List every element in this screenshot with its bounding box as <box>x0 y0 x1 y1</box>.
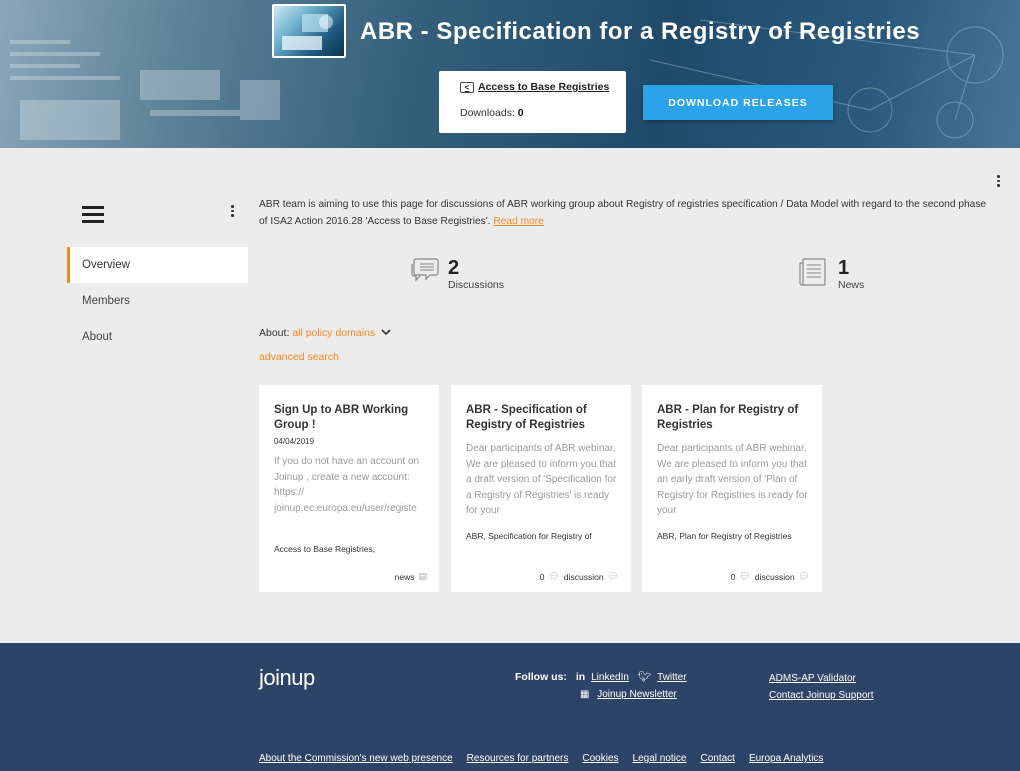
joinup-logo[interactable]: joinup <box>259 665 315 691</box>
news-label: News <box>838 279 865 291</box>
card-tags: Access to Base Registries, <box>274 544 376 554</box>
card-type: news <box>394 571 415 582</box>
filter-about-label: About: <box>259 327 290 339</box>
news-document-icon: ▤ <box>418 571 427 581</box>
sidebar-item-overview[interactable]: Overview <box>67 247 248 283</box>
footer-link-europa-analytics[interactable]: Europa Analytics <box>749 753 824 764</box>
card-title[interactable]: ABR - Plan for Registry of Registries <box>657 403 808 433</box>
card-type: discussion <box>563 571 604 582</box>
comment-bubble-icon: 💬︎ <box>548 571 560 581</box>
discussions-label: Discussions <box>448 279 505 291</box>
collection-logo-image <box>272 4 346 58</box>
card-body: Dear participants of ABR webinar, We are… <box>657 443 808 516</box>
downloads-count: 0 <box>517 107 524 119</box>
card-comment-count: 0 <box>539 571 545 582</box>
collection-description: ABR team is aiming to use this page for … <box>259 196 994 230</box>
card-footer: news ▤ <box>395 571 427 582</box>
footer-link-resources-for-partners[interactable]: Resources for partners <box>467 753 569 764</box>
sidebar-item-about[interactable]: About <box>67 319 248 355</box>
card-title[interactable]: Sign Up to ABR Working Group ! <box>274 403 425 433</box>
footer-link-cookies[interactable]: Cookies <box>582 753 618 764</box>
downloads-label: Downloads: <box>460 107 515 119</box>
card-body: If you do not have an account on Joinup … <box>274 456 420 514</box>
header-banner: ABR - Specification for a Registry of Re… <box>0 0 1020 148</box>
discussions-count: 2 <box>448 257 460 279</box>
page-options-kebab-icon[interactable] <box>997 175 1001 189</box>
newsletter: ▦ Joinup Newsletter <box>580 689 677 700</box>
content-card[interactable]: ABR - Plan for Registry of Registries De… <box>642 385 822 592</box>
discussion-bubble-icon: 💬︎ <box>607 571 619 581</box>
contact-support-link[interactable]: Contact Joinup Support <box>769 690 874 701</box>
downloads-counter: Downloads: 0 <box>460 107 626 119</box>
page-title: ABR - Specification for a Registry of Re… <box>360 18 921 45</box>
description-text: ABR team is aiming to use this page for … <box>259 199 987 227</box>
footer-tools: ADMS-AP Validator Contact Joinup Support <box>769 670 874 704</box>
hamburger-menu-icon[interactable] <box>82 206 104 224</box>
sidebar-item-members[interactable]: Members <box>67 283 248 319</box>
filter-about-value[interactable]: all policy domains <box>292 327 375 339</box>
discussion-bubble-icon: 💬︎ <box>798 571 810 581</box>
discussions-stat[interactable]: 2 Discussions <box>406 257 504 291</box>
card-comment-count: 0 <box>730 571 736 582</box>
comment-bubble-icon: 💬︎ <box>739 571 751 581</box>
follow-label: Follow us: <box>515 671 567 683</box>
card-footer: 0 💬︎ discussion 💬︎ <box>731 571 810 582</box>
footer-link-commission-web-presence[interactable]: About the Commission's new web presence <box>259 753 453 764</box>
follow-us: Follow us: in LinkedIn 🐦︎ Twitter <box>515 670 687 683</box>
card-footer: 0 💬︎ discussion 💬︎ <box>540 571 619 582</box>
card-type: discussion <box>754 571 795 582</box>
content-card[interactable]: ABR - Specification of Registry of Regis… <box>451 385 631 592</box>
newsletter-icon: ▦ <box>580 689 590 700</box>
newsletter-link[interactable]: Joinup Newsletter <box>597 689 676 700</box>
twitter-link[interactable]: Twitter <box>657 672 686 683</box>
card-title[interactable]: ABR - Specification of Registry of Regis… <box>466 403 617 433</box>
collection-link-label: Access to Base Registries <box>478 81 610 93</box>
chevron-down-icon[interactable] <box>381 329 391 336</box>
collection-icon: < <box>460 81 474 93</box>
adms-validator-link[interactable]: ADMS-AP Validator <box>769 673 856 684</box>
card-tags: ABR, Plan for Registry of Registries <box>657 531 792 541</box>
policy-domain-filter[interactable]: About: all policy domains <box>259 327 391 339</box>
advanced-search-link[interactable]: advanced search <box>259 351 339 363</box>
download-releases-button[interactable]: DOWNLOAD RELEASES <box>643 85 833 120</box>
site-footer: joinup Follow us: in LinkedIn 🐦︎ Twitter… <box>0 643 1020 771</box>
read-more-link[interactable]: Read more <box>493 216 543 227</box>
card-tags: ABR, Specification for Registry of <box>466 531 592 541</box>
discussion-bubble-icon <box>411 258 439 282</box>
linkedin-icon: in <box>575 671 586 683</box>
footer-link-contact[interactable]: Contact <box>700 753 734 764</box>
content-card[interactable]: Sign Up to ABR Working Group ! 04/04/201… <box>259 385 439 592</box>
news-stat[interactable]: 1 News <box>797 257 864 291</box>
card-body: Dear participants of ABR webinar, We are… <box>466 443 617 516</box>
news-count: 1 <box>838 257 850 279</box>
sidebar-nav: Overview Members About <box>67 247 248 355</box>
footer-bottom-links: About the Commission's new web presence … <box>259 753 823 764</box>
linkedin-link[interactable]: LinkedIn <box>591 672 629 683</box>
sidebar-kebab-icon[interactable] <box>231 205 235 219</box>
collection-card: < Access to Base Registries Downloads: 0 <box>439 71 626 133</box>
card-date: 04/04/2019 <box>274 437 315 446</box>
twitter-icon: 🐦︎ <box>637 671 652 683</box>
news-document-icon <box>799 258 826 286</box>
collection-link[interactable]: < Access to Base Registries <box>460 81 626 93</box>
footer-link-legal-notice[interactable]: Legal notice <box>633 753 687 764</box>
